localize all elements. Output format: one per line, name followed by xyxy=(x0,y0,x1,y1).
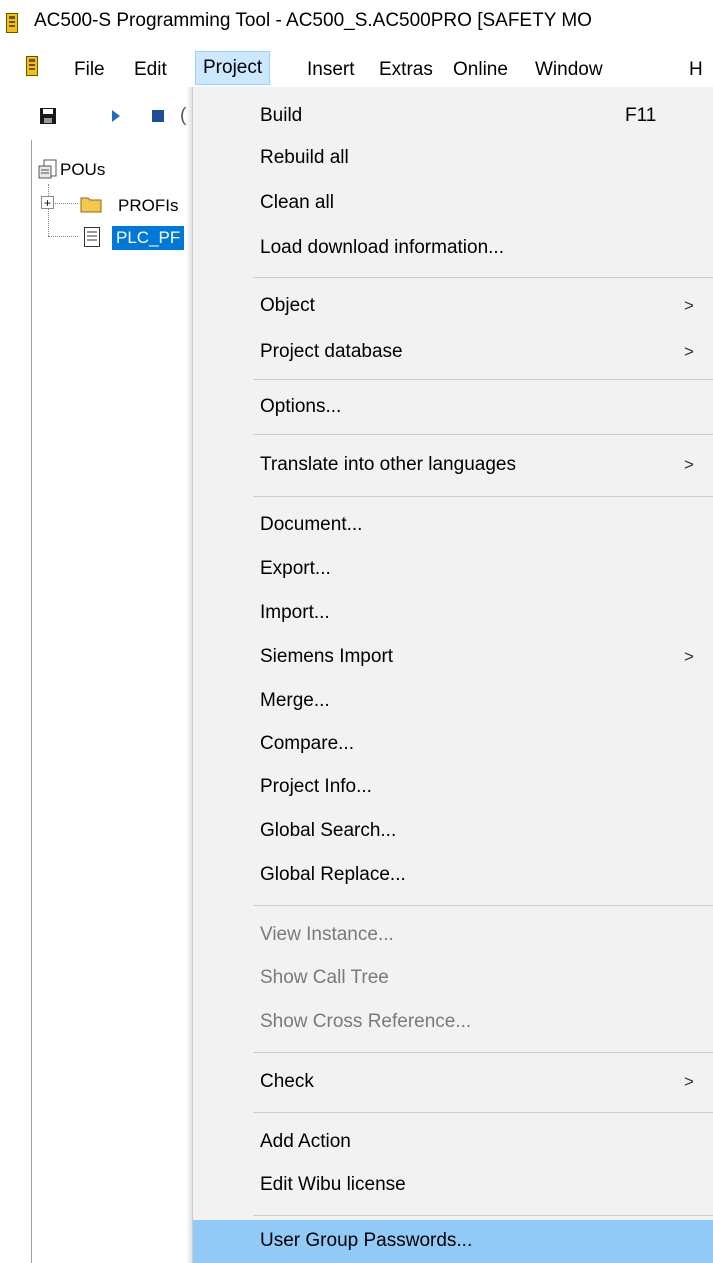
menu-item-translate[interactable]: Translate into other languages > xyxy=(193,444,713,486)
menu-insert[interactable]: Insert xyxy=(307,55,355,85)
menu-item-project-database[interactable]: Project database > xyxy=(193,331,713,373)
menu-item-global-search[interactable]: Global Search... xyxy=(193,810,713,852)
menu-item-object[interactable]: Object > xyxy=(193,285,713,327)
document-icon xyxy=(84,227,100,247)
menu-item-clean-all[interactable]: Clean all xyxy=(193,182,713,224)
window-title: AC500-S Programming Tool - AC500_S.AC500… xyxy=(34,10,592,31)
folder-icon xyxy=(80,197,102,213)
pous-folder-icon xyxy=(38,159,57,179)
menu-item-project-info[interactable]: Project Info... xyxy=(193,766,713,808)
menu-item-siemens-import[interactable]: Siemens Import > xyxy=(193,636,713,678)
menu-item-load-download-info[interactable]: Load download information... xyxy=(193,227,713,269)
submenu-arrow-icon: > xyxy=(684,1072,694,1091)
submenu-arrow-icon: > xyxy=(684,342,694,361)
toolbar: ( xyxy=(0,88,200,138)
menu-item-import[interactable]: Import... xyxy=(193,592,713,634)
menu-item-build[interactable]: Build F11 xyxy=(193,95,713,137)
document-plc-icon[interactable] xyxy=(26,56,38,76)
menu-separator xyxy=(253,1052,713,1053)
menu-separator xyxy=(253,379,713,380)
tree-item-profisafe[interactable]: PROFIs xyxy=(118,196,178,216)
tree-connector xyxy=(48,236,78,238)
tree-item-plc-prg-selected[interactable]: PLC_PF xyxy=(112,226,185,250)
menu-item-view-instance: View Instance... xyxy=(260,924,394,945)
menu-extras[interactable]: Extras xyxy=(379,55,433,85)
shortcut-label: F11 xyxy=(625,105,657,126)
project-dropdown-menu: Build F11 Rebuild all Clean all Load dow… xyxy=(192,87,713,1263)
menu-item-merge[interactable]: Merge... xyxy=(193,680,713,722)
menu-item-show-cross-reference: Show Cross Reference... xyxy=(260,1011,472,1032)
title-bar: AC500-S Programming Tool - AC500_S.AC500… xyxy=(0,0,713,44)
menu-item-edit-wibu-license[interactable]: Edit Wibu license xyxy=(193,1164,713,1206)
save-icon[interactable] xyxy=(40,108,56,124)
play-icon[interactable] xyxy=(112,110,122,122)
menu-item-show-call-tree: Show Call Tree xyxy=(260,967,389,988)
menu-item-compare[interactable]: Compare... xyxy=(193,723,713,765)
stop-icon[interactable] xyxy=(152,110,164,122)
menu-separator xyxy=(253,496,713,497)
submenu-arrow-icon: > xyxy=(684,455,694,474)
menu-separator xyxy=(253,1112,713,1113)
submenu-arrow-icon: > xyxy=(684,296,694,315)
menu-online[interactable]: Online xyxy=(453,55,508,85)
menu-window[interactable]: Window xyxy=(535,55,603,85)
submenu-arrow-icon: > xyxy=(684,647,694,666)
menu-item-rebuild-all[interactable]: Rebuild all xyxy=(193,137,713,179)
menu-help[interactable]: H xyxy=(689,55,703,85)
menu-item-user-group-passwords[interactable]: User Group Passwords... xyxy=(193,1220,713,1263)
tree-root-label[interactable]: POUs xyxy=(60,160,105,180)
menu-item-check[interactable]: Check > xyxy=(193,1061,713,1103)
menu-file[interactable]: File xyxy=(74,55,105,85)
menu-item-add-action[interactable]: Add Action xyxy=(193,1121,713,1163)
menu-bar xyxy=(0,44,713,86)
tree-connector xyxy=(48,184,50,236)
menu-item-export[interactable]: Export... xyxy=(193,548,713,590)
menu-separator xyxy=(253,1215,713,1216)
menu-item-document[interactable]: Document... xyxy=(193,504,713,546)
menu-separator xyxy=(253,277,713,278)
menu-item-options[interactable]: Options... xyxy=(193,386,713,428)
menu-edit[interactable]: Edit xyxy=(134,55,167,85)
menu-item-global-replace[interactable]: Global Replace... xyxy=(193,854,713,896)
menu-project[interactable]: Project xyxy=(195,51,271,85)
app-icon[interactable] xyxy=(6,13,18,33)
menu-separator xyxy=(253,434,713,435)
menu-separator xyxy=(253,905,713,906)
tree-expander[interactable]: + xyxy=(41,196,54,209)
